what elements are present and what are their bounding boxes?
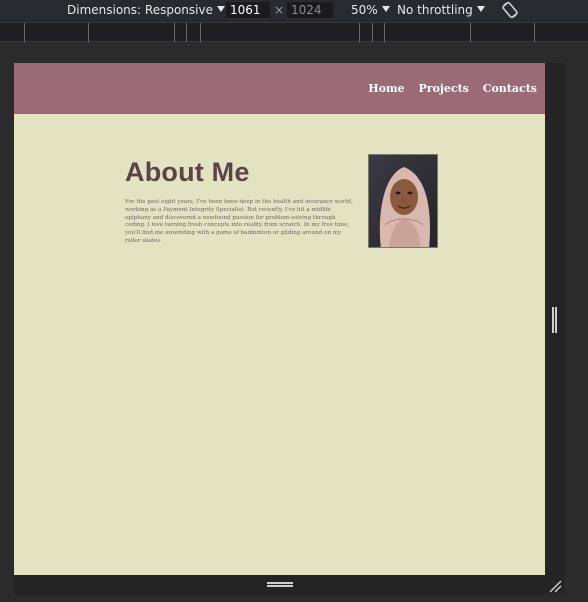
ruler-tick — [186, 23, 187, 42]
throttling-dropdown[interactable]: No throttling — [397, 2, 485, 19]
ruler-tick — [372, 23, 373, 42]
height-input[interactable] — [287, 2, 333, 18]
site-header: Home Projects Contacts — [14, 63, 545, 114]
chevron-down-icon — [476, 6, 485, 12]
about-paragraph: For the past eight years, I've been knee… — [125, 199, 353, 244]
nav-link-contacts[interactable]: Contacts — [483, 82, 537, 95]
bottom-resize-handle[interactable] — [267, 582, 293, 587]
corner-resize-icon[interactable] — [548, 578, 562, 593]
dimensions-label: Dimensions: Responsive — [67, 3, 213, 17]
ruler-tick — [88, 23, 89, 42]
right-resize-handle[interactable] — [552, 307, 557, 333]
profile-photo — [368, 154, 438, 248]
device-toolbar: Dimensions: Responsive × 50% No throttli… — [0, 0, 588, 22]
ruler-tick — [24, 23, 25, 42]
times-symbol: × — [274, 3, 285, 17]
about-title: About Me — [125, 157, 250, 187]
ruler-tick — [384, 23, 385, 42]
zoom-dropdown[interactable]: 50% — [351, 2, 390, 19]
media-query-ruler[interactable] — [0, 22, 588, 42]
ruler-tick — [470, 23, 471, 42]
nav-link-projects[interactable]: Projects — [419, 82, 469, 95]
site-nav: Home Projects Contacts — [358, 82, 537, 95]
throttling-label: No throttling — [397, 3, 473, 17]
rotate-device-icon[interactable] — [500, 0, 520, 23]
ruler-tick — [534, 23, 535, 42]
width-input[interactable] — [226, 2, 270, 18]
zoom-label: 50% — [351, 3, 378, 17]
ruler-tick — [200, 23, 201, 42]
device-viewport: Home Projects Contacts About Me For the … — [14, 63, 545, 575]
ruler-tick — [359, 23, 360, 42]
dimensions-dropdown[interactable]: Dimensions: Responsive — [67, 2, 225, 19]
nav-link-home[interactable]: Home — [368, 82, 404, 95]
chevron-down-icon — [381, 6, 390, 12]
chevron-down-icon — [216, 6, 225, 12]
ruler-tick — [174, 23, 175, 42]
